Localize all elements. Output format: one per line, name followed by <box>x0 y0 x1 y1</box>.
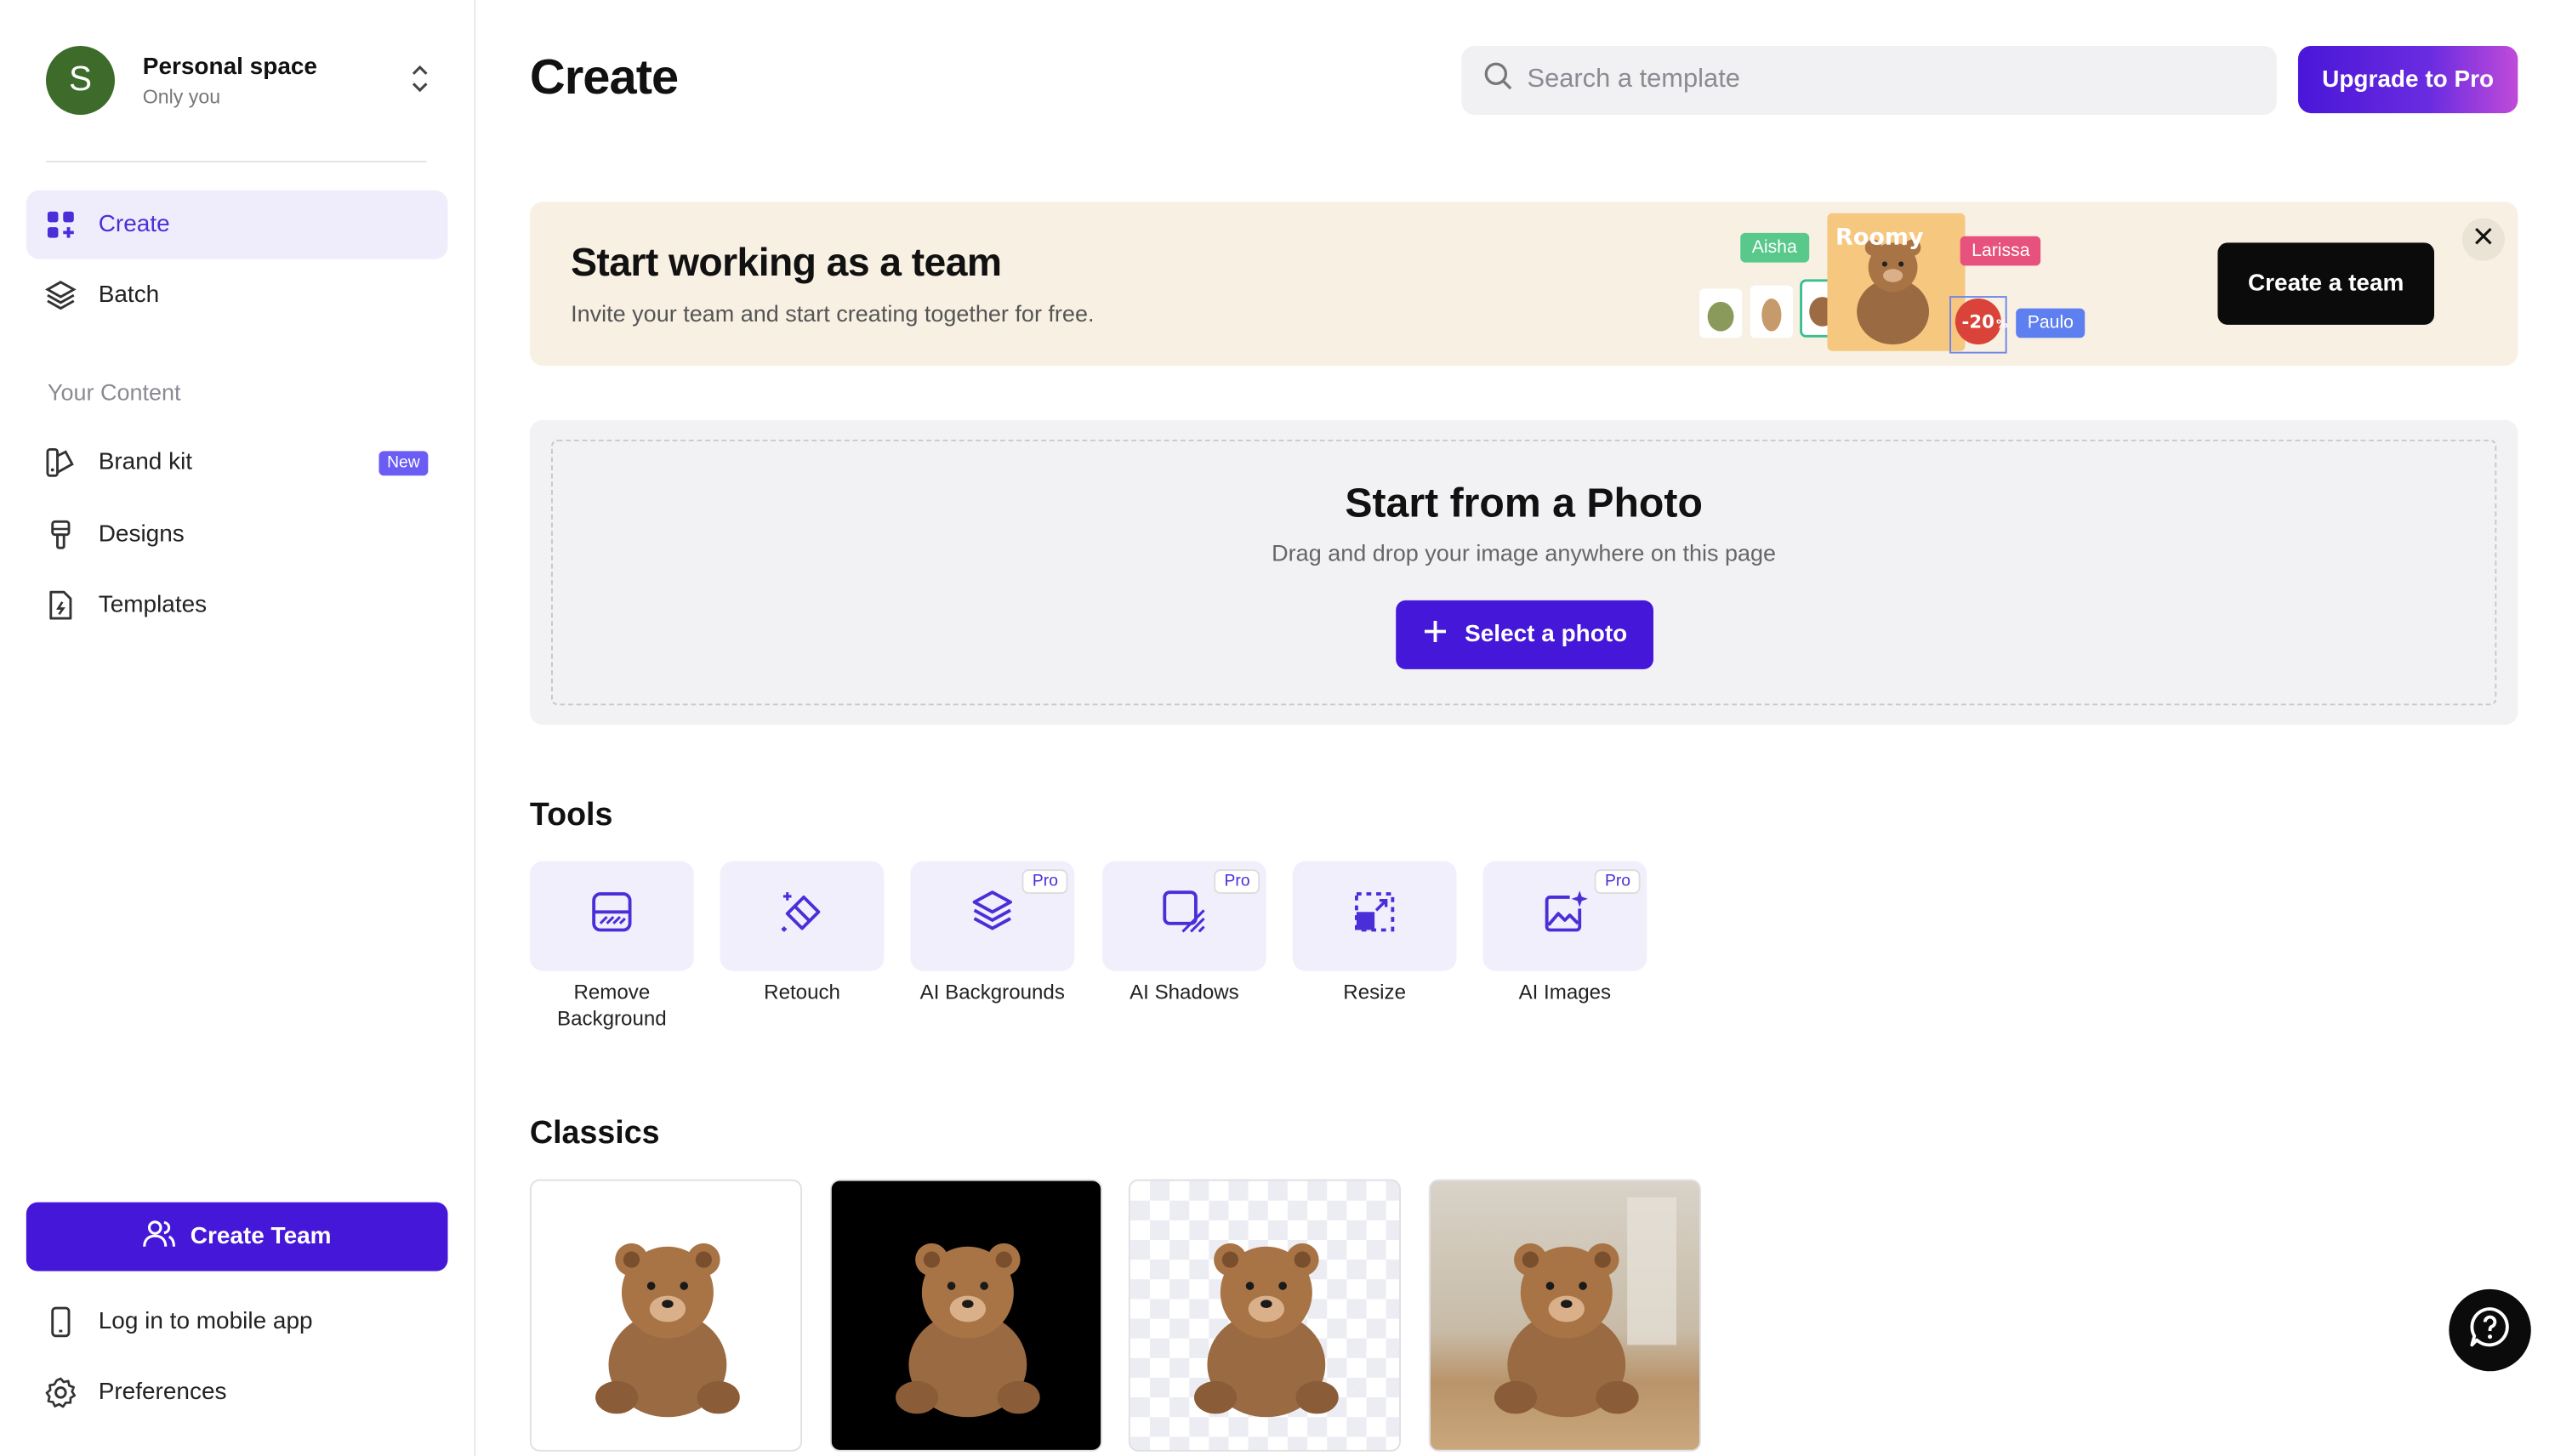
tool-label: AI Images <box>1518 981 1612 1004</box>
users-icon <box>143 1219 176 1254</box>
tools-heading: Tools <box>529 797 613 833</box>
resize-icon <box>1351 889 1397 943</box>
teddy-bear-image <box>595 1243 740 1418</box>
svg-text:%: % <box>1996 318 2008 332</box>
create-a-team-button[interactable]: Create a team <box>2217 242 2434 325</box>
tool-label: AI Backgrounds <box>919 981 1065 1004</box>
create-team-label: Create Team <box>190 1223 332 1250</box>
sidebar-item-label: Templates <box>98 592 208 619</box>
classic-scene-background[interactable] <box>1428 1179 1701 1452</box>
sidebar-item-create[interactable]: Create <box>26 190 448 259</box>
collaborator-tag: Aisha <box>1740 232 1809 263</box>
gear-icon <box>44 1376 77 1409</box>
collaborator-tag: Larissa <box>1960 236 2042 266</box>
tool-ai-backgrounds[interactable]: Pro AI Backgrounds <box>910 861 1075 1005</box>
create-team-button[interactable]: Create Team <box>26 1202 448 1271</box>
tool-resize[interactable]: Resize <box>1292 861 1457 1005</box>
collaborator-tag: Paulo <box>2016 308 2085 338</box>
tool-retouch[interactable]: Retouch <box>720 861 885 1005</box>
pro-badge: Pro <box>1022 869 1068 895</box>
teddy-bear-image <box>895 1243 1040 1418</box>
sidebar: S Personal space Only you Create Batch Y… <box>0 0 476 1456</box>
teddy-bear-image <box>1193 1243 1339 1418</box>
tool-ai-images[interactable]: Pro AI Images <box>1482 861 1647 1005</box>
pro-badge: Pro <box>1595 869 1641 895</box>
phone-icon <box>44 1305 77 1339</box>
layers-icon <box>44 279 77 312</box>
tool-label: AI Shadows <box>1130 981 1239 1004</box>
sidebar-item-label: Create <box>98 211 170 238</box>
banner-subtitle: Invite your team and start creating toge… <box>571 299 1095 327</box>
discount-text: -20 <box>1962 312 1994 333</box>
sidebar-item-label: Log in to mobile app <box>98 1308 313 1335</box>
eraser-sparkle-icon <box>777 887 827 944</box>
sidebar-item-batch[interactable]: Batch <box>26 261 448 330</box>
help-button[interactable] <box>2449 1288 2531 1372</box>
team-banner: Start working as a team Invite your team… <box>529 202 2518 367</box>
teddy-bear-image <box>1494 1197 1676 1418</box>
upgrade-to-pro-button[interactable]: Upgrade to Pro <box>2297 45 2518 114</box>
pro-badge: Pro <box>1214 869 1260 895</box>
tool-remove-background[interactable]: Remove Background <box>529 861 694 1032</box>
template-file-icon <box>44 589 77 622</box>
sidebar-item-templates[interactable]: Templates <box>26 571 448 640</box>
sidebar-item-brand-kit[interactable]: Brand kit New <box>26 428 448 497</box>
shadow-square-icon <box>1159 887 1209 944</box>
select-photo-button[interactable]: Select a photo <box>1396 600 1653 669</box>
select-photo-label: Select a photo <box>1465 621 1628 648</box>
sidebar-item-mobile-app[interactable]: Log in to mobile app <box>26 1288 448 1356</box>
avatar: S <box>45 45 115 115</box>
plus-icon <box>1422 618 1448 651</box>
sidebar-item-label: Preferences <box>98 1379 227 1406</box>
tool-ai-shadows[interactable]: Pro AI Shadows <box>1101 861 1266 1005</box>
brush-icon <box>44 518 77 551</box>
sidebar-item-preferences[interactable]: Preferences <box>26 1358 448 1427</box>
create-grid-icon <box>44 208 77 242</box>
space-switcher[interactable]: S Personal space Only you <box>45 44 440 117</box>
classic-white-background[interactable] <box>529 1179 803 1452</box>
search-icon <box>1482 60 1514 100</box>
photo-upload-area: Start from a Photo Drag and drop your im… <box>529 419 2518 725</box>
sidebar-item-label: Batch <box>98 282 160 309</box>
sidebar-item-designs[interactable]: Designs <box>26 500 448 569</box>
search-input[interactable]: Search a template <box>1461 45 2277 115</box>
sidebar-divider <box>45 160 427 162</box>
classic-black-background[interactable] <box>829 1179 1102 1452</box>
upload-subtitle: Drag and drop your image anywhere on thi… <box>1272 539 1777 566</box>
classics-heading: Classics <box>529 1115 660 1152</box>
ai-image-icon <box>1540 887 1590 944</box>
team-collaboration-illustration: Roomy -20 % Aisha Larissa Paulo <box>1694 210 2104 361</box>
page-title: Create <box>529 50 679 105</box>
space-subtitle: Only you <box>142 84 221 108</box>
space-name: Personal space <box>142 53 317 80</box>
upload-title: Start from a Photo <box>1345 481 1703 527</box>
close-banner-button[interactable] <box>2461 218 2505 261</box>
classic-transparent-background[interactable] <box>1128 1179 1401 1452</box>
drop-zone[interactable]: Start from a Photo Drag and drop your im… <box>550 439 2497 706</box>
close-icon <box>2473 225 2493 254</box>
banner-title: Start working as a team <box>571 241 1002 286</box>
search-placeholder: Search a template <box>1527 65 1740 94</box>
tool-label: Retouch <box>764 981 840 1004</box>
sidebar-item-label: Designs <box>98 521 185 549</box>
help-chat-icon <box>2468 1305 2511 1356</box>
new-badge: New <box>378 450 429 475</box>
brand-kit-icon <box>44 446 77 480</box>
brand-word: Roomy <box>1835 224 1924 250</box>
section-label-your-content: Your Content <box>47 378 181 406</box>
sidebar-item-label: Brand kit <box>98 449 193 476</box>
tool-label: Remove Background <box>557 981 667 1031</box>
ai-layers-icon <box>968 887 1017 944</box>
remove-background-icon <box>589 889 634 943</box>
tool-label: Resize <box>1343 981 1406 1004</box>
chevron-up-down-icon <box>410 60 430 105</box>
